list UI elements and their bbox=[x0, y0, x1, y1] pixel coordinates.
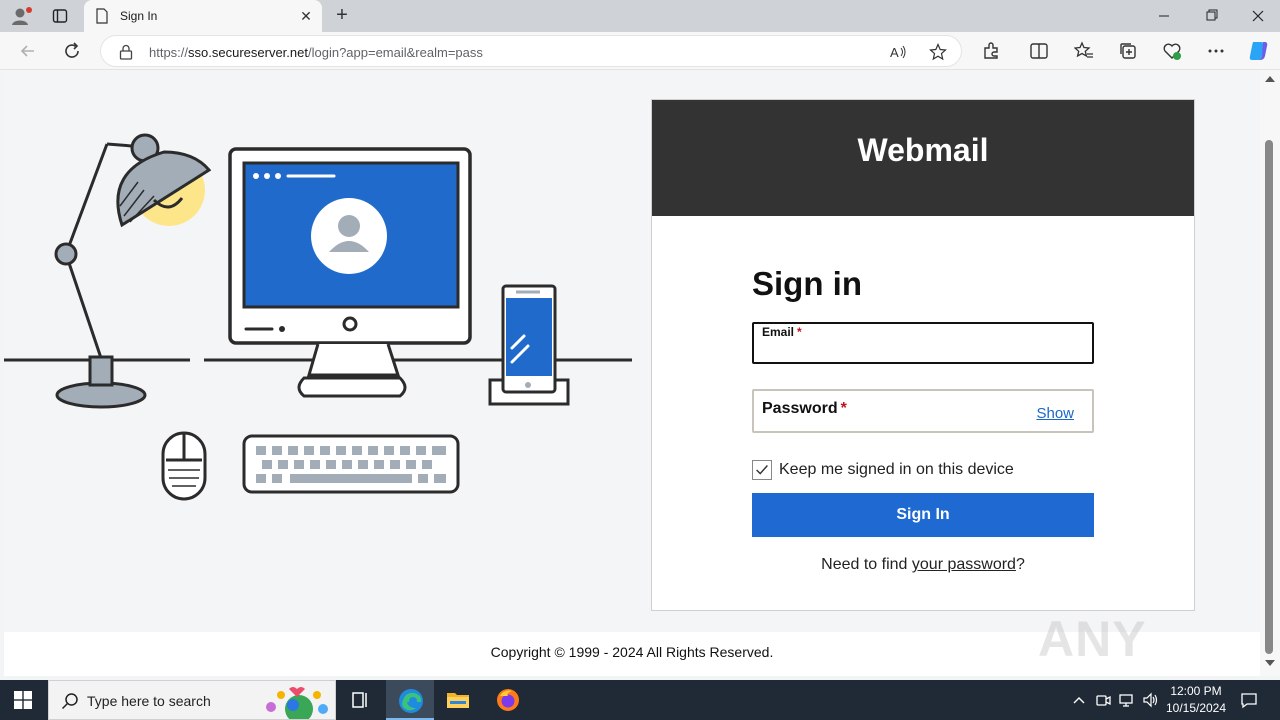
show-password-link[interactable]: Show bbox=[1036, 405, 1074, 422]
scroll-thumb[interactable] bbox=[1265, 140, 1273, 654]
mouse-icon bbox=[161, 431, 207, 501]
brand-title: Webmail bbox=[857, 132, 989, 168]
profile-icon[interactable] bbox=[10, 6, 32, 26]
edge-browser-icon bbox=[399, 689, 423, 713]
search-icon bbox=[61, 693, 78, 710]
extensions-icon[interactable] bbox=[981, 41, 1001, 61]
password-field[interactable]: Password * Show bbox=[752, 389, 1094, 433]
close-window-button[interactable] bbox=[1244, 6, 1272, 26]
show-hidden-icons-icon[interactable] bbox=[1071, 692, 1087, 708]
favorites-icon[interactable] bbox=[1074, 41, 1094, 61]
notifications-icon[interactable] bbox=[1240, 691, 1258, 709]
lock-icon[interactable] bbox=[119, 44, 133, 60]
new-tab-button[interactable]: + bbox=[332, 5, 352, 26]
taskbar-file-explorer[interactable] bbox=[434, 680, 482, 720]
address-bar[interactable]: https://sso.secureserver.net/login?app=e… bbox=[100, 35, 962, 67]
read-aloud-icon[interactable]: A bbox=[889, 43, 907, 61]
login-card: Webmail Sign in Email * Password * Show Ke… bbox=[651, 99, 1195, 611]
windows-start-icon[interactable] bbox=[14, 691, 32, 709]
desk-lamp-icon bbox=[54, 133, 212, 409]
sign-in-button[interactable]: Sign In bbox=[752, 493, 1094, 537]
web-page: Webmail Sign in Email * Password * Show Ke… bbox=[4, 70, 1260, 676]
clock-time: 12:00 PM bbox=[1170, 684, 1222, 698]
keyboard-icon bbox=[242, 434, 460, 494]
copilot-icon[interactable] bbox=[1247, 40, 1269, 62]
refresh-icon[interactable] bbox=[62, 41, 82, 61]
back-icon[interactable] bbox=[18, 41, 38, 61]
taskbar-edge[interactable] bbox=[386, 680, 434, 720]
smartphone-icon bbox=[488, 284, 570, 406]
scroll-up-arrow-icon[interactable] bbox=[1265, 76, 1275, 82]
task-view-button[interactable] bbox=[336, 680, 384, 720]
tab-actions-icon[interactable] bbox=[52, 8, 68, 24]
svg-text:A: A bbox=[890, 45, 899, 60]
email-label: Email * bbox=[762, 325, 802, 339]
performance-icon[interactable] bbox=[1162, 41, 1182, 61]
required-mark: * bbox=[797, 325, 802, 339]
search-highlight-icon bbox=[266, 687, 328, 719]
keep-signed-in-label[interactable]: Keep me signed in on this device bbox=[779, 461, 1014, 479]
url-text[interactable]: https://sso.secureserver.net/login?app=e… bbox=[149, 45, 483, 60]
email-field[interactable]: Email * bbox=[752, 322, 1094, 364]
find-password-link[interactable]: your password bbox=[912, 556, 1016, 573]
taskbar-search-box[interactable]: Type here to search bbox=[48, 680, 336, 720]
keep-signed-in-checkbox[interactable] bbox=[752, 460, 772, 480]
windows-taskbar: Type here to search 12:00 PM 10/15/2024 bbox=[0, 680, 1280, 720]
password-label: Password * bbox=[762, 400, 847, 417]
task-view-icon bbox=[352, 692, 367, 708]
scroll-down-arrow-icon[interactable] bbox=[1265, 660, 1275, 666]
watermark-logo: ANY RUN bbox=[1038, 611, 1148, 676]
clock-date: 10/15/2024 bbox=[1165, 701, 1227, 715]
firefox-icon bbox=[497, 689, 519, 711]
workspace-illustration bbox=[4, 133, 632, 501]
volume-icon[interactable] bbox=[1142, 692, 1158, 708]
minimize-button[interactable] bbox=[1150, 6, 1178, 26]
network-icon[interactable] bbox=[1119, 692, 1135, 708]
page-title: Sign in bbox=[752, 265, 862, 302]
page-icon bbox=[96, 8, 108, 24]
meet-now-icon[interactable] bbox=[1095, 692, 1111, 708]
collections-icon[interactable] bbox=[1118, 41, 1138, 61]
browser-toolbar: https://sso.secureserver.net/login?app=e… bbox=[0, 32, 1280, 70]
favorite-star-icon[interactable] bbox=[929, 43, 947, 61]
tab-title: Sign In bbox=[120, 9, 158, 23]
page-scrollbar[interactable] bbox=[1260, 70, 1280, 676]
restore-button[interactable] bbox=[1198, 6, 1226, 26]
folder-icon bbox=[447, 693, 469, 708]
browser-title-bar: Sign In ✕ + bbox=[0, 0, 1280, 32]
find-password-text: Need to find your password? bbox=[821, 556, 1025, 573]
split-screen-icon[interactable] bbox=[1029, 41, 1049, 61]
card-header: Webmail bbox=[652, 100, 1194, 216]
taskbar-clock[interactable]: 12:00 PM 10/15/2024 bbox=[1160, 683, 1232, 717]
taskbar-firefox[interactable] bbox=[484, 680, 532, 720]
required-mark: * bbox=[840, 400, 847, 417]
browser-tab[interactable]: Sign In ✕ bbox=[84, 0, 322, 32]
search-placeholder: Type here to search bbox=[87, 693, 211, 709]
close-tab-icon[interactable]: ✕ bbox=[298, 8, 314, 24]
more-options-icon[interactable] bbox=[1206, 41, 1226, 61]
